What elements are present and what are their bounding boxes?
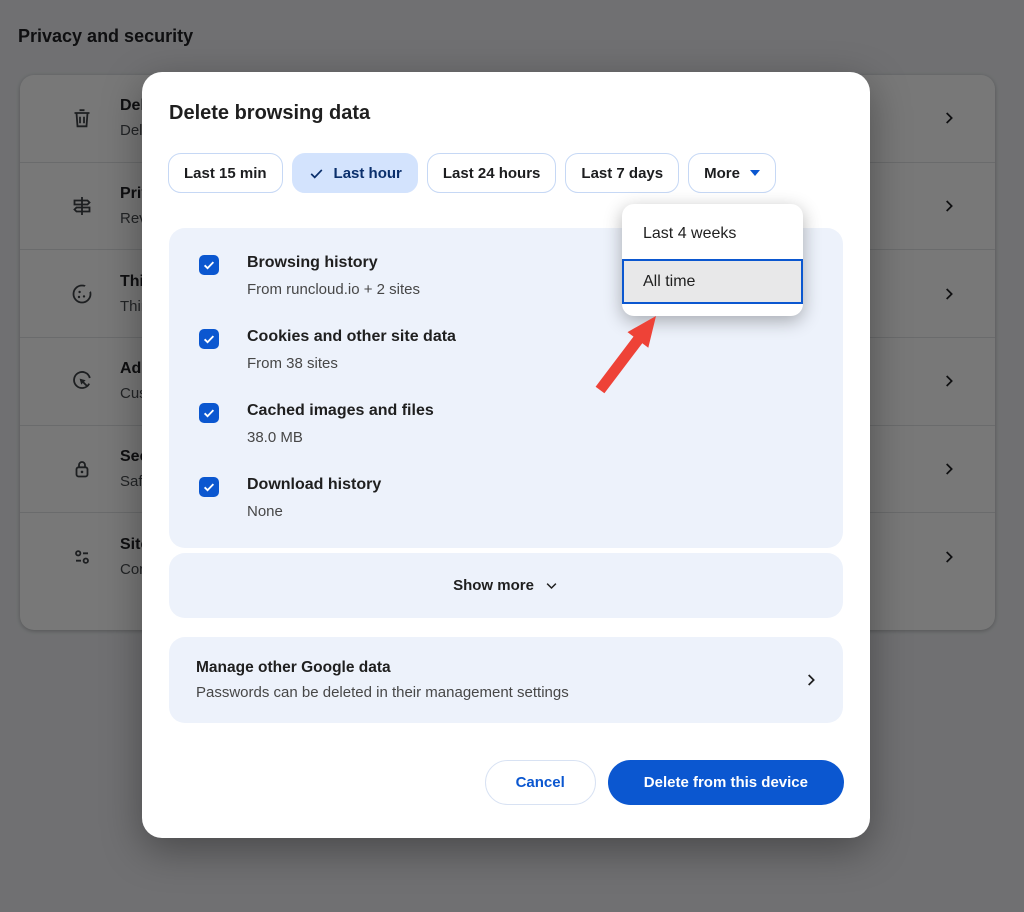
time-range-chips: Last 15 min Last hour Last 24 hours Last… <box>168 153 776 193</box>
dialog-title: Delete browsing data <box>169 102 370 125</box>
checkbox-detail: From 38 sites <box>247 353 456 374</box>
show-more-button[interactable]: Show more <box>169 553 843 618</box>
chip-last-15-min[interactable]: Last 15 min <box>168 153 283 193</box>
chip-last-hour[interactable]: Last hour <box>292 153 418 193</box>
chip-label: Last 15 min <box>184 165 267 182</box>
checkbox-label: Browsing history <box>247 252 420 274</box>
checkbox-label: Cookies and other site data <box>247 326 456 348</box>
check-icon <box>308 165 325 182</box>
checkbox-row-download-history[interactable]: Download history None <box>199 474 843 548</box>
checkbox-row-cached-images[interactable]: Cached images and files 38.0 MB <box>199 400 843 474</box>
delete-from-device-button[interactable]: Delete from this device <box>608 760 844 805</box>
cancel-button[interactable]: Cancel <box>485 760 596 805</box>
checkbox-checked-icon[interactable] <box>199 255 219 275</box>
chip-label: Last 7 days <box>581 165 663 182</box>
delete-browsing-data-dialog: Delete browsing data Last 15 min Last ho… <box>142 72 870 838</box>
chip-label: Last hour <box>334 165 402 182</box>
manage-other-google-data-row[interactable]: Manage other Google data Passwords can b… <box>169 637 843 723</box>
more-time-ranges-menu: Last 4 weeks All time <box>622 204 803 316</box>
checkbox-detail: None <box>247 501 381 522</box>
checkbox-checked-icon[interactable] <box>199 477 219 497</box>
manage-subtitle: Passwords can be deleted in their manage… <box>196 684 569 701</box>
checkbox-checked-icon[interactable] <box>199 403 219 423</box>
chevron-right-icon <box>803 672 819 688</box>
manage-title: Manage other Google data <box>196 659 569 677</box>
caret-down-icon <box>750 170 760 176</box>
checkbox-detail: From runcloud.io + 2 sites <box>247 279 420 300</box>
chip-label: Last 24 hours <box>443 165 541 182</box>
chip-last-24-hours[interactable]: Last 24 hours <box>427 153 557 193</box>
dialog-actions: Cancel Delete from this device <box>485 760 844 805</box>
menu-item-all-time[interactable]: All time <box>622 259 803 304</box>
chip-label: More <box>704 165 740 182</box>
chip-last-7-days[interactable]: Last 7 days <box>565 153 679 193</box>
checkbox-label: Cached images and files <box>247 400 434 422</box>
checkbox-checked-icon[interactable] <box>199 329 219 349</box>
chip-more-dropdown[interactable]: More <box>688 153 776 193</box>
checkbox-detail: 38.0 MB <box>247 427 434 448</box>
chevron-down-icon <box>544 578 559 593</box>
menu-item-last-4-weeks[interactable]: Last 4 weeks <box>622 208 803 259</box>
checkbox-row-cookies[interactable]: Cookies and other site data From 38 site… <box>199 326 843 400</box>
checkbox-label: Download history <box>247 474 381 496</box>
show-more-label: Show more <box>453 577 534 594</box>
